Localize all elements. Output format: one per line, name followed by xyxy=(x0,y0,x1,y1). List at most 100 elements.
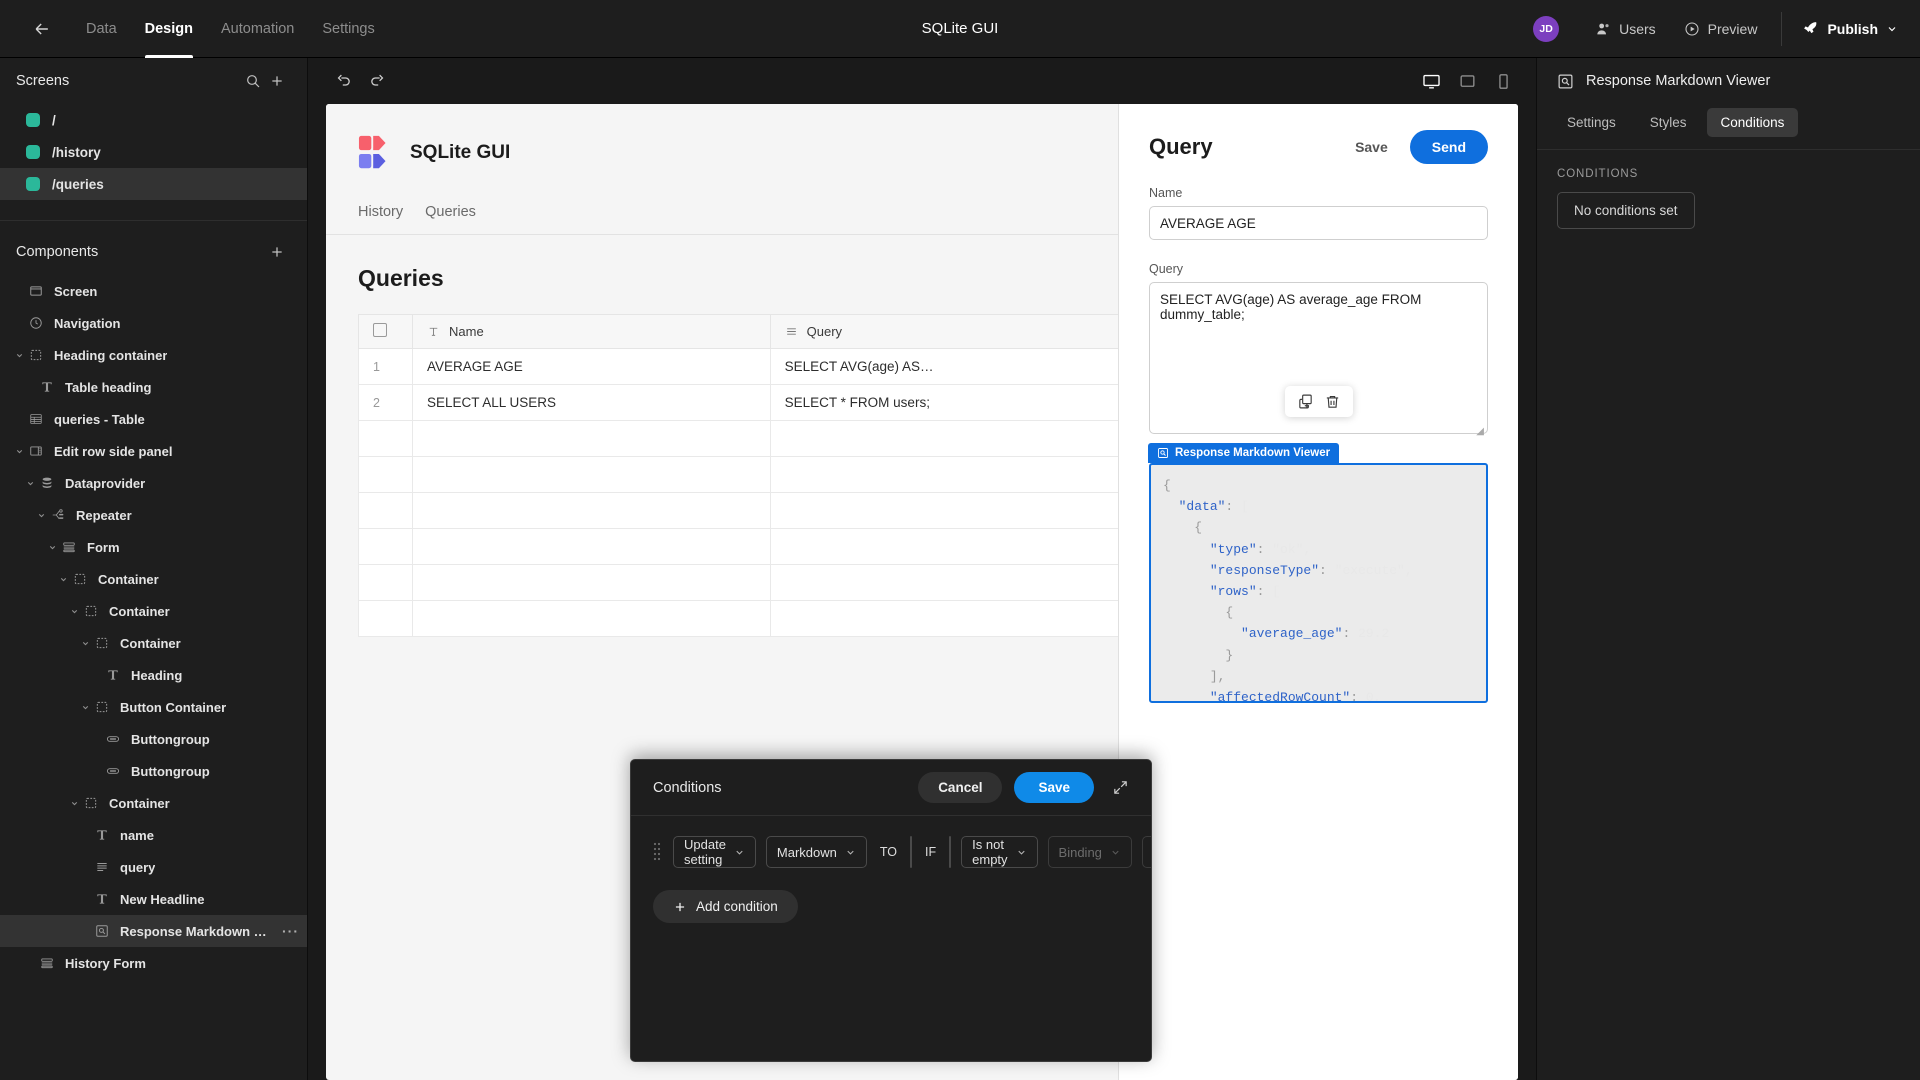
navigation-icon xyxy=(26,316,46,330)
top-nav: Data Design Automation Settings xyxy=(72,0,389,58)
preview-tab-queries[interactable]: Queries xyxy=(425,204,476,220)
tree-item-name[interactable]: name xyxy=(0,819,307,851)
tree-item-form[interactable]: Form xyxy=(0,531,307,563)
tree-item-dataprovider[interactable]: Dataprovider xyxy=(0,467,307,499)
tree-item-screen[interactable]: Screen xyxy=(0,275,307,307)
tab-data[interactable]: Data xyxy=(72,0,131,58)
avatar[interactable]: JD xyxy=(1533,15,1560,42)
preview-tab-history[interactable]: History xyxy=(358,204,403,220)
tree-item-history-form[interactable]: History Form xyxy=(0,947,307,979)
device-mobile-button[interactable] xyxy=(1488,68,1518,94)
tree-item-more-icon[interactable]: ··· xyxy=(282,923,299,939)
tree-item-queries-table[interactable]: queries - Table xyxy=(0,403,307,435)
publish-button[interactable]: Publish xyxy=(1792,20,1898,37)
tree-item-buttongroup[interactable]: Buttongroup xyxy=(0,723,307,755)
tree-item-query[interactable]: query xyxy=(0,851,307,883)
name-input[interactable] xyxy=(1149,206,1488,240)
textarea-resize-handle[interactable]: ◢ xyxy=(1476,426,1484,437)
tree-item-repeater[interactable]: Repeater xyxy=(0,499,307,531)
tree-item-container[interactable]: Container xyxy=(0,627,307,659)
add-screen-icon[interactable] xyxy=(265,69,289,93)
trash-icon[interactable] xyxy=(1324,393,1341,410)
tree-item-navigation[interactable]: Navigation xyxy=(0,307,307,339)
expand-caret-icon[interactable] xyxy=(78,639,92,648)
expand-caret-icon[interactable] xyxy=(78,703,92,712)
screen-item-root[interactable]: / xyxy=(0,104,307,136)
if-value-text: {{ State.respons… xyxy=(950,837,951,867)
table-cell-num: 1 xyxy=(358,348,413,385)
undo-button[interactable] xyxy=(326,66,360,96)
add-component-icon[interactable] xyxy=(265,240,289,264)
table-cell-num: 2 xyxy=(358,384,413,421)
tab-design[interactable]: Design xyxy=(131,0,207,58)
duplicate-icon[interactable] xyxy=(1297,393,1314,410)
expand-caret-icon[interactable] xyxy=(12,351,26,360)
table-cell-empty xyxy=(412,420,771,457)
center-area: SQLite GUI History Queries Queries Name … xyxy=(308,58,1536,1080)
if-value-binding[interactable]: {{ State.respons… xyxy=(949,836,952,868)
brand-logo-icon xyxy=(358,134,396,172)
tree-item-heading-container[interactable]: Heading container xyxy=(0,339,307,371)
back-button[interactable] xyxy=(22,9,62,49)
expand-icon[interactable] xyxy=(1112,779,1129,796)
tree-item-heading[interactable]: Heading xyxy=(0,659,307,691)
tree-item-button-container[interactable]: Button Container xyxy=(0,691,307,723)
table-col-select[interactable] xyxy=(358,314,413,349)
expand-caret-icon[interactable] xyxy=(45,543,59,552)
drag-handle-icon[interactable] xyxy=(653,841,661,863)
table-col-name[interactable]: Name xyxy=(412,314,771,349)
tab-automation[interactable]: Automation xyxy=(207,0,308,58)
tree-item-container[interactable]: Container xyxy=(0,595,307,627)
expand-caret-icon[interactable] xyxy=(12,447,26,456)
tab-styles[interactable]: Styles xyxy=(1636,108,1701,137)
tree-item-label: Navigation xyxy=(54,315,121,331)
screen-item-queries[interactable]: /queries xyxy=(0,168,307,200)
cancel-button[interactable]: Cancel xyxy=(918,772,1003,803)
tree-item-container[interactable]: Container xyxy=(0,787,307,819)
table-cell-empty xyxy=(412,528,771,565)
tree-item-edit-row-side-panel[interactable]: Edit row side panel xyxy=(0,435,307,467)
tab-conditions[interactable]: Conditions xyxy=(1706,108,1799,137)
element-action-overlay xyxy=(1284,386,1353,417)
expand-caret-icon[interactable] xyxy=(67,799,81,808)
device-desktop-button[interactable] xyxy=(1416,68,1446,94)
setting-select[interactable]: Markdown xyxy=(765,836,867,868)
expand-caret-icon[interactable] xyxy=(23,479,37,488)
tab-settings[interactable]: Settings xyxy=(1553,108,1630,137)
expand-caret-icon[interactable] xyxy=(56,575,70,584)
preview-button[interactable]: Preview xyxy=(1670,0,1772,58)
device-tablet-button[interactable] xyxy=(1452,68,1482,94)
operator-select[interactable]: Is not empty xyxy=(961,836,1038,868)
expand-caret-icon[interactable] xyxy=(34,511,48,520)
tree-item-new-headline[interactable]: New Headline xyxy=(0,883,307,915)
query-save-link[interactable]: Save xyxy=(1355,139,1388,155)
action-select[interactable]: Update setting xyxy=(673,836,756,868)
select-all-checkbox[interactable] xyxy=(373,323,387,337)
tree-item-response-markdown-viewer[interactable]: Response Markdown Viewer ··· xyxy=(0,915,307,947)
publish-label: Publish xyxy=(1827,20,1878,37)
conditions-panel-header: Conditions Cancel Save xyxy=(631,760,1151,816)
add-condition-button[interactable]: Add condition xyxy=(653,890,798,923)
tree-item-container[interactable]: Container xyxy=(0,563,307,595)
tab-settings[interactable]: Settings xyxy=(308,0,388,58)
query-send-button[interactable]: Send xyxy=(1409,130,1488,164)
users-label: Users xyxy=(1619,20,1656,37)
redo-button[interactable] xyxy=(360,66,394,96)
screen-item-label: /queries xyxy=(52,176,104,192)
tree-item-buttongroup[interactable]: Buttongroup xyxy=(0,755,307,787)
response-markdown-viewer: { "data": [ { "type": "ok", "responseTyp… xyxy=(1149,463,1488,703)
value-input[interactable] xyxy=(1141,836,1151,868)
no-conditions-button[interactable]: No conditions set xyxy=(1557,192,1695,229)
tree-item-label: Screen xyxy=(54,283,98,299)
desktop-icon xyxy=(1422,74,1440,89)
table-cell-empty xyxy=(412,456,771,493)
table-col-query[interactable]: Query xyxy=(770,314,1129,349)
tree-item-table-heading[interactable]: Table heading xyxy=(0,371,307,403)
screen-item-history[interactable]: /history xyxy=(0,136,307,168)
selection-badge[interactable]: Response Markdown Viewer xyxy=(1148,443,1340,463)
users-button[interactable]: Users xyxy=(1581,0,1670,58)
search-icon[interactable] xyxy=(241,69,265,93)
expand-caret-icon[interactable] xyxy=(67,607,81,616)
to-value-binding[interactable]: (JavaScript fun… xyxy=(910,836,913,868)
save-button[interactable]: Save xyxy=(1014,772,1094,803)
